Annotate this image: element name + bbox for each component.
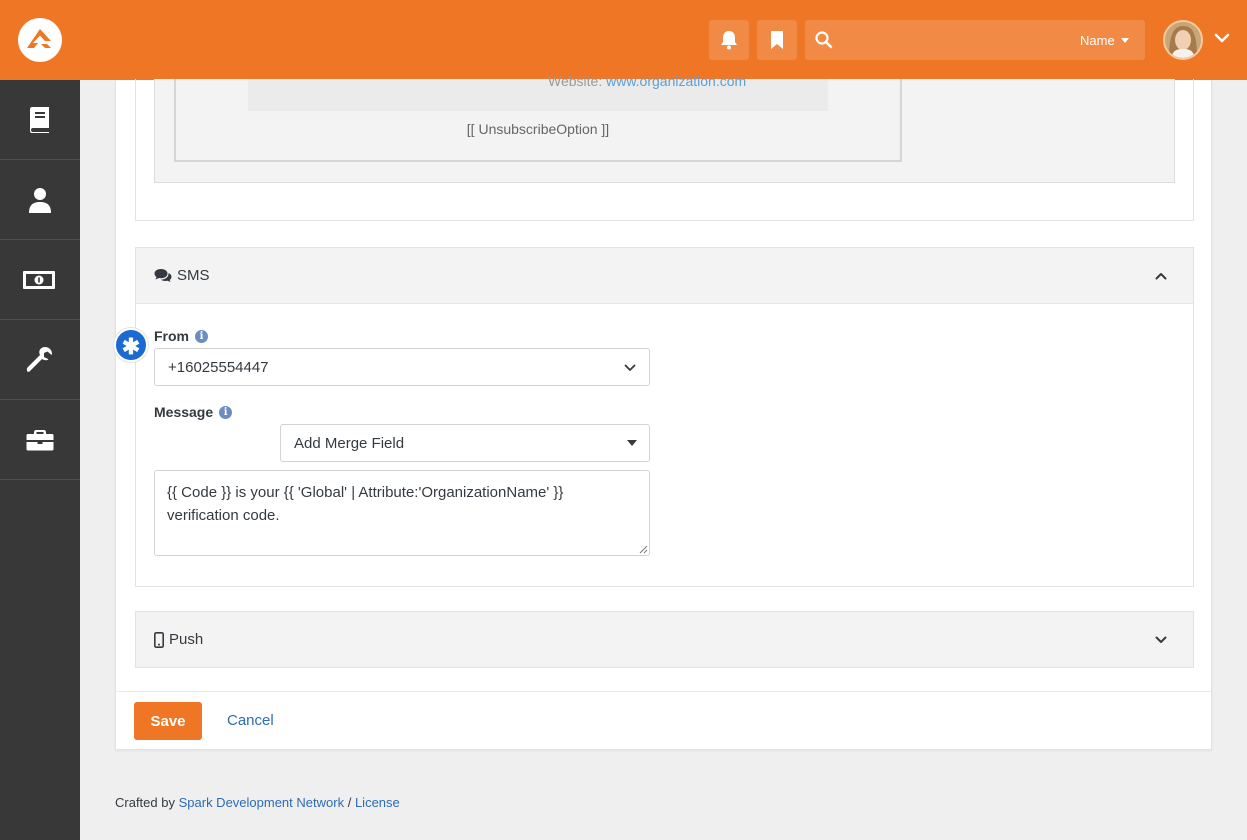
page-footer: Crafted by Spark Development Network / L… [115,795,400,810]
search-icon [815,31,833,49]
sms-section-header[interactable]: SMS [136,248,1193,304]
save-button[interactable]: Save [134,702,202,740]
sidebar [0,80,80,840]
spark-link[interactable]: Spark Development Network [179,795,344,810]
chevron-down-icon[interactable] [1155,634,1167,646]
chevron-down-icon [624,364,636,371]
book-icon [30,107,49,133]
email-preview-frame: Website: www.organization.com [[ Unsubsc… [174,73,902,162]
crafted-by-text: Crafted by [115,795,175,810]
push-section-title: Push [154,631,203,648]
sidebar-item-people[interactable] [0,160,80,240]
sms-title-text: SMS [177,267,210,284]
push-section-header[interactable]: Push [136,612,1193,667]
briefcase-icon [26,430,54,451]
required-asterisk-icon: ✱ [114,328,148,362]
chevron-up-icon[interactable] [1155,270,1167,282]
mobile-icon [154,631,164,648]
email-preview-background: Website: www.organization.com [[ Unsubsc… [154,73,1175,183]
bookmarks-button[interactable] [757,20,797,60]
from-select-value: +16025554447 [168,359,269,376]
merge-field-dropdown[interactable]: Add Merge Field [280,424,650,462]
message-label-text: Message [154,404,214,420]
caret-down-icon[interactable] [1121,38,1129,43]
bookmark-icon [771,31,783,49]
rock-logo-icon[interactable] [18,18,62,62]
search-bar[interactable]: Name [805,20,1145,60]
avatar[interactable] [1163,20,1203,60]
email-preview-footer: Website: www.organization.com [248,73,828,111]
sms-section-title: SMS [154,267,210,284]
merge-field-label: Add Merge Field [294,435,405,452]
sms-section: SMS From i ✱ +16025554447 Message i Add … [114,247,1194,587]
email-preview-panel: Website: www.organization.com [[ Unsubsc… [135,73,1194,221]
sidebar-item-finance[interactable] [0,240,80,320]
message-text: {{ Code }} is your {{ 'Global' | Attribu… [167,484,564,524]
website-label: Website: [548,73,603,89]
notifications-button[interactable] [709,20,749,60]
website-line: Website: www.organization.com [548,73,746,89]
chevron-down-icon[interactable] [1214,30,1230,46]
resize-grip-icon[interactable] [639,545,648,554]
communication-entry-card: Website: www.organization.com [[ Unsubsc… [114,73,1212,750]
actions-divider [116,691,1211,692]
footer-separator: / [347,795,352,810]
message-label: Message i [154,404,233,420]
sidebar-item-admin[interactable] [0,320,80,400]
money-icon [23,271,55,289]
wrench-icon [26,347,52,372]
bell-icon [721,31,737,50]
website-link[interactable]: www.organization.com [606,73,746,89]
from-select[interactable]: +16025554447 [154,348,650,386]
caret-down-icon [627,440,637,446]
message-textarea[interactable]: {{ Code }} is your {{ 'Global' | Attribu… [154,470,650,556]
person-icon [29,188,51,213]
push-title-text: Push [169,631,204,648]
unsubscribe-placeholder: [[ UnsubscribeOption ]] [466,121,610,137]
cancel-button[interactable]: Cancel [227,712,274,729]
search-scope-label[interactable]: Name [1080,33,1115,48]
push-section: Push [135,611,1194,668]
info-icon[interactable]: i [195,329,208,343]
from-label-text: From [154,328,189,344]
license-link[interactable]: License [355,795,400,810]
sidebar-item-tools[interactable] [0,400,80,480]
comments-icon [154,269,172,282]
info-icon[interactable]: i [219,405,233,419]
sidebar-item-book[interactable] [0,80,80,160]
from-label: From i [154,328,208,344]
top-header: Name [0,0,1247,80]
